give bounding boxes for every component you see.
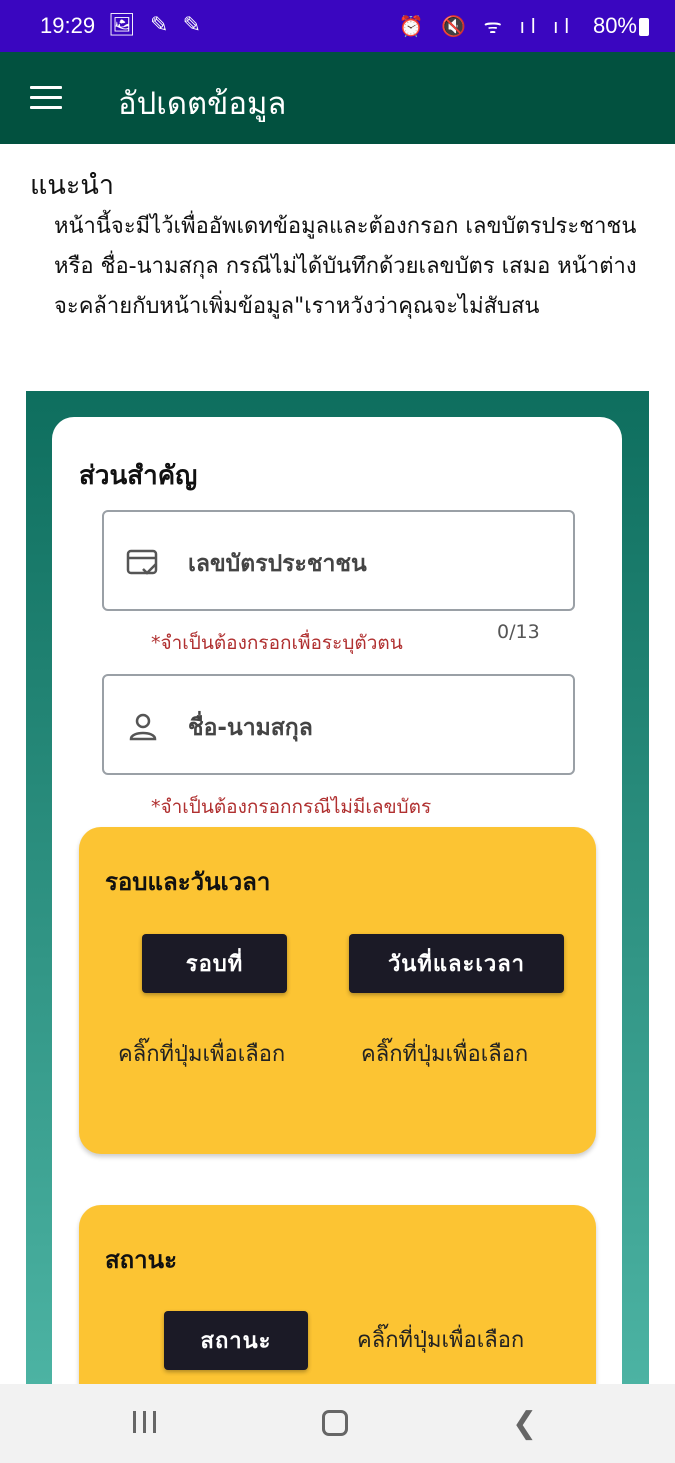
status-bar: 19:29 🖼 ✎ ✎ ⏰ 🔇 ᯤ ıl ıl 80% [0, 0, 675, 52]
app-bar: อัปเดตข้อมูล [0, 52, 675, 144]
recent-apps-icon[interactable] [133, 1411, 159, 1433]
home-icon[interactable] [322, 1410, 348, 1436]
full-name-hint: *จำเป็นต้องกรอกกรณีไม่มีเลขบัตร [151, 796, 432, 818]
back-icon[interactable]: ❮ [512, 1406, 537, 1441]
status-hint: คลิ๊กที่ปุ่มเพื่อเลือก [357, 1328, 525, 1353]
system-nav-bar: ❮ [0, 1384, 675, 1463]
status-time: 19:29 [40, 13, 96, 38]
intro-title: แนะนำ [30, 170, 114, 201]
id-card-counter: 0/13 [497, 621, 540, 643]
full-name-input[interactable]: ชื่อ-นามสกุล [102, 674, 575, 775]
intro-text: หน้านี้จะมีไว้เพื่ออัพเดทข้อมูลและต้องกร… [54, 214, 637, 319]
round-button[interactable]: รอบที่ [142, 934, 287, 993]
person-icon [126, 712, 160, 746]
hamburger-menu-icon[interactable] [30, 86, 62, 110]
system-status-icons: ⏰ 🔇 ᯤ ıl ıl [398, 16, 575, 38]
notification-icons: 🖼 ✎ ✎ [108, 12, 206, 37]
datetime-hint: คลิ๊กที่ปุ่มเพื่อเลือก [361, 1042, 529, 1067]
id-card-icon [126, 548, 160, 582]
datetime-button[interactable]: วันที่และเวลา [349, 934, 564, 993]
battery-icon [639, 18, 649, 36]
id-card-label: เลขบัตรประชาชน [188, 551, 367, 577]
full-name-label: ชื่อ-นามสกุล [188, 715, 313, 741]
status-button[interactable]: สถานะ [164, 1311, 308, 1370]
round-section-title: รอบและวันเวลา [105, 868, 271, 896]
id-card-input[interactable]: เลขบัตรประชาชน [102, 510, 575, 611]
round-hint: คลิ๊กที่ปุ่มเพื่อเลือก [118, 1042, 286, 1067]
page-title: อัปเดตข้อมูล [118, 86, 287, 122]
battery-percentage: 80% [592, 13, 637, 38]
important-section-title: ส่วนสำคัญ [79, 461, 198, 491]
id-card-hint: *จำเป็นต้องกรอกเพื่อระบุตัวตน [151, 632, 403, 654]
status-section-title: สถานะ [105, 1246, 177, 1274]
